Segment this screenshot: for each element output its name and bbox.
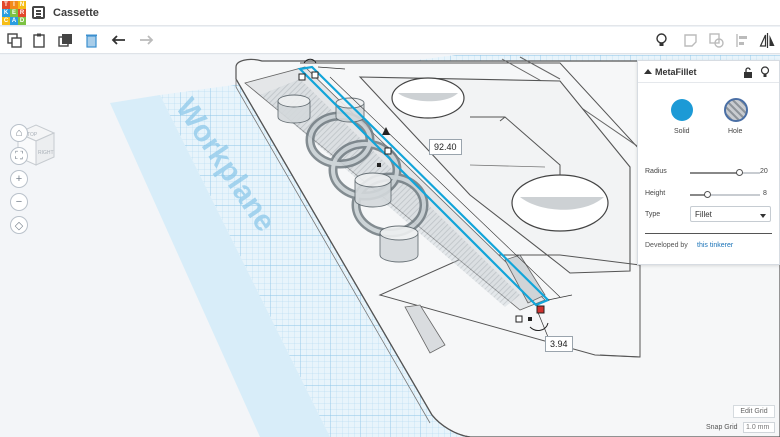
align-icon[interactable] xyxy=(733,31,752,50)
logo-letter: K xyxy=(2,9,10,17)
perspective-button[interactable]: ◇ xyxy=(10,216,28,234)
logo-letter: R xyxy=(18,9,26,17)
fit-view-button[interactable]: ⛶ xyxy=(10,147,28,165)
lock-icon[interactable] xyxy=(743,67,753,78)
type-label: Type xyxy=(645,211,661,218)
design-title[interactable]: Cassette xyxy=(53,7,99,19)
redo-icon[interactable] xyxy=(136,31,155,50)
shape-properties-panel: MetaFillet Solid Hole Radius 20 Height 8… xyxy=(637,60,780,265)
snap-grid-label: Snap Grid xyxy=(706,424,738,431)
logo-letter: T xyxy=(2,1,10,9)
chevron-down-icon xyxy=(760,214,766,218)
copy-icon[interactable] xyxy=(5,31,24,50)
logo-letter: C xyxy=(2,17,10,25)
panel-divider xyxy=(645,233,772,234)
view-cube-right-label: RIGHT xyxy=(38,150,54,156)
undo-icon[interactable] xyxy=(110,31,129,50)
edit-grid-button[interactable]: Edit Grid xyxy=(733,405,775,418)
group-icon[interactable] xyxy=(707,31,726,50)
logo-letter: E xyxy=(10,9,18,17)
panel-header: MetaFillet xyxy=(638,61,779,83)
radius-value[interactable]: 20 xyxy=(760,168,768,175)
radius-slider-knob[interactable] xyxy=(736,169,744,176)
home-icon: ⌂ xyxy=(15,127,23,139)
logo-letter: D xyxy=(18,17,26,25)
hole-option[interactable] xyxy=(724,98,748,122)
radius-slider-fill xyxy=(690,172,741,174)
height-dimension-label[interactable]: 3.94 xyxy=(545,336,573,352)
lightbulb-icon[interactable] xyxy=(652,31,671,50)
length-dimension-label[interactable]: 92.40 xyxy=(429,139,462,155)
height-label: Height xyxy=(645,190,666,197)
paste-icon[interactable] xyxy=(30,31,49,50)
title-bar: TINKERCAD Cassette xyxy=(0,0,780,26)
snap-grid-select[interactable]: 1.0 mm xyxy=(743,422,775,433)
visibility-bulb-icon[interactable] xyxy=(760,66,770,78)
view-cube-top-label: TOP xyxy=(27,132,38,138)
logo-letter: N xyxy=(18,1,26,9)
type-select[interactable]: Fillet xyxy=(690,206,771,222)
zoom-in-icon: + xyxy=(15,173,23,185)
solid-option[interactable] xyxy=(671,99,693,121)
zoom-in-button[interactable]: + xyxy=(10,170,28,188)
solid-label: Solid xyxy=(674,128,690,135)
panel-title: MetaFillet xyxy=(655,67,697,77)
note-icon[interactable] xyxy=(681,31,700,50)
hole-label: Hole xyxy=(728,128,743,135)
radius-label: Radius xyxy=(645,168,667,175)
developed-by-label: Developed by xyxy=(645,242,688,249)
zoom-out-button[interactable]: − xyxy=(10,193,28,211)
logo-letter: I xyxy=(10,1,18,9)
type-selected-value: Fillet xyxy=(695,210,712,219)
collapse-icon[interactable] xyxy=(644,69,652,74)
toolbar xyxy=(0,27,780,54)
duplicate-icon[interactable] xyxy=(56,31,75,50)
developer-link[interactable]: this tinkerer xyxy=(697,242,733,249)
logo-letter: A xyxy=(10,17,18,25)
perspective-icon: ◇ xyxy=(14,219,24,232)
home-view-button[interactable]: ⌂ xyxy=(10,124,28,142)
height-slider-knob[interactable] xyxy=(703,191,711,198)
mirror-icon[interactable] xyxy=(758,31,777,50)
zoom-out-icon: − xyxy=(15,196,23,208)
height-value[interactable]: 8 xyxy=(763,190,767,197)
delete-icon[interactable] xyxy=(82,31,101,50)
fit-icon: ⛶ xyxy=(15,149,23,162)
design-menu-icon[interactable] xyxy=(32,6,45,19)
tinkercad-logo[interactable]: TINKERCAD xyxy=(2,1,26,25)
